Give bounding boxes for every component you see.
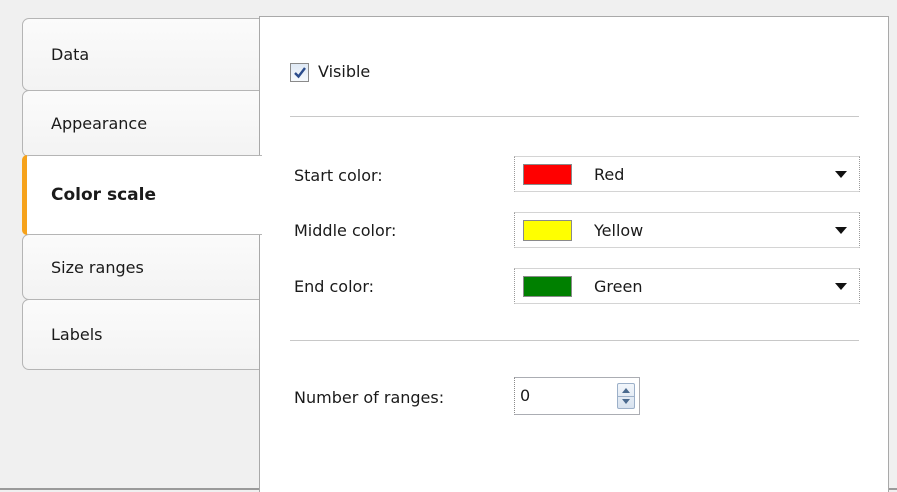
start-color-dropdown[interactable]: Red (514, 156, 860, 192)
end-color-dropdown[interactable]: Green (514, 268, 860, 304)
tab-label: Appearance (51, 114, 148, 133)
tab-label: Labels (51, 325, 103, 344)
visible-checkbox[interactable] (290, 63, 309, 82)
spin-down-icon[interactable] (622, 399, 630, 404)
spin-divider (618, 396, 634, 397)
color-swatch (523, 163, 572, 185)
color-swatch (523, 275, 572, 297)
number-of-ranges-label: Number of ranges: (294, 388, 445, 407)
middle-color-label: Middle color: (294, 221, 397, 240)
visible-label: Visible (318, 62, 371, 81)
middle-color-dropdown[interactable]: Yellow (514, 212, 860, 248)
chevron-down-icon (835, 227, 847, 234)
tab-color-scale[interactable]: Color scale (22, 155, 262, 235)
tab-size-ranges[interactable]: Size ranges (22, 234, 260, 300)
number-of-ranges-spinner[interactable]: 0 (514, 377, 640, 415)
tab-label: Color scale (51, 185, 156, 205)
checkmark-icon (293, 67, 306, 79)
tab-content-panel (259, 16, 889, 492)
tab-labels[interactable]: Labels (22, 299, 260, 370)
spin-up-icon[interactable] (622, 388, 630, 393)
color-swatch (523, 219, 572, 241)
chevron-down-icon (835, 283, 847, 290)
tab-label: Size ranges (51, 257, 144, 277)
number-of-ranges-value: 0 (520, 386, 531, 405)
chevron-down-icon (835, 171, 847, 178)
tab-appearance[interactable]: Appearance (22, 90, 260, 157)
end-color-label: End color: (294, 277, 374, 296)
end-color-value: Green (594, 276, 643, 296)
middle-color-value: Yellow (594, 220, 644, 240)
separator (290, 340, 859, 341)
start-color-value: Red (594, 164, 625, 184)
color-scale-options-dialog: Data Appearance Color scale Size ranges … (0, 0, 897, 492)
separator (290, 116, 859, 117)
tab-data[interactable]: Data (22, 18, 260, 91)
active-tab-accent (22, 155, 27, 235)
spinner-buttons[interactable] (617, 383, 635, 409)
start-color-label: Start color: (294, 166, 383, 185)
tab-label: Data (51, 45, 90, 64)
